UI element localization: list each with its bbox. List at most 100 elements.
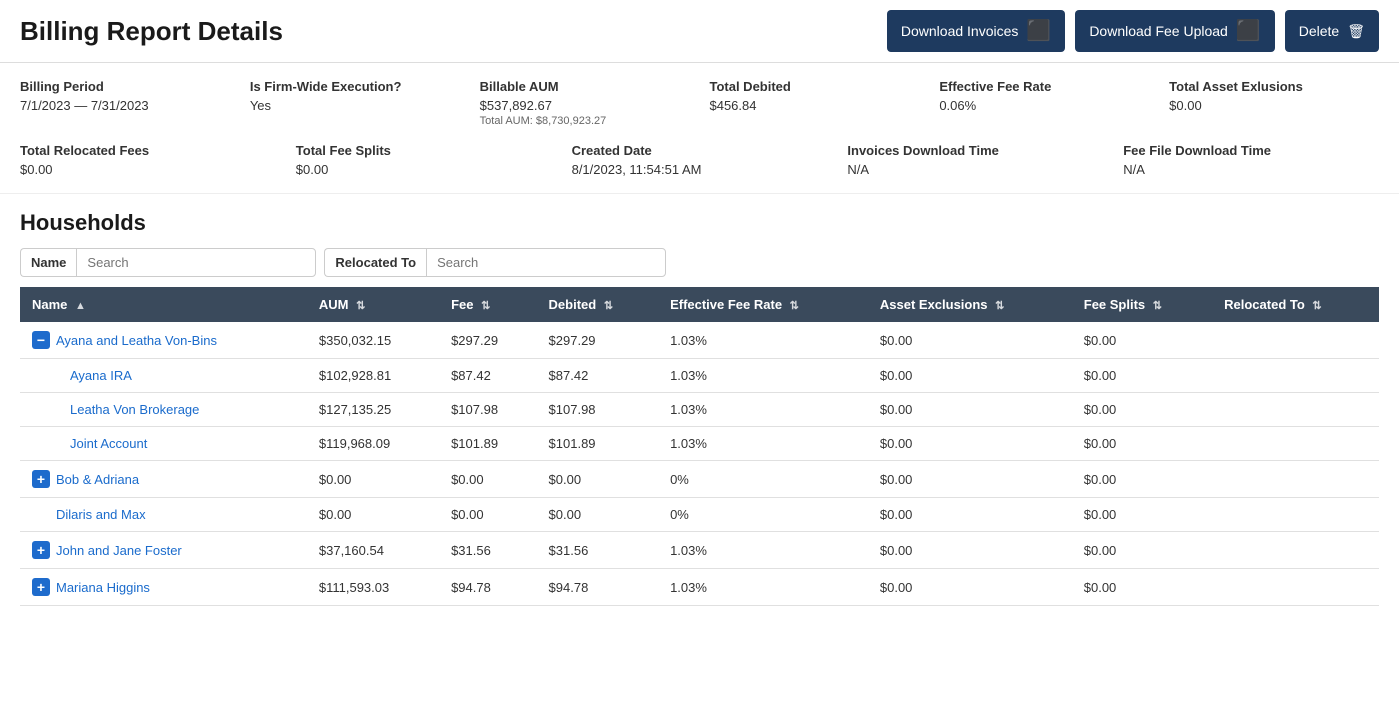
households-table: Name ▲ AUM ⇅ Fee ⇅ Debited ⇅ Effective F… — [20, 287, 1379, 606]
table-cell: $0.00 — [1072, 393, 1212, 427]
table-cell: $0.00 — [868, 569, 1072, 606]
name-search-input[interactable] — [76, 248, 316, 277]
created-date-label: Created Date — [572, 143, 828, 158]
account-name-link[interactable]: Joint Account — [70, 436, 147, 451]
table-cell: $297.29 — [439, 322, 536, 359]
table-cell: $0.00 — [1072, 322, 1212, 359]
download-invoices-button[interactable]: Download Invoices ⬛ — [887, 10, 1065, 52]
total-asset-exclusions-field: Total Asset Exlusions $0.00 — [1169, 79, 1379, 127]
billable-aum-value: $537,892.67 — [480, 98, 690, 113]
table-cell: $0.00 — [1072, 461, 1212, 498]
download-invoices-icon: ⬛ — [1026, 18, 1051, 44]
filter-bar: Name Relocated To — [20, 248, 1379, 277]
fee-file-download-time-value: N/A — [1123, 162, 1379, 177]
sort-aum-icon: ⇅ — [356, 300, 365, 312]
table-cell: $0.00 — [868, 393, 1072, 427]
household-name-link[interactable]: Dilaris and Max — [56, 507, 146, 522]
household-name-link[interactable]: Bob & Adriana — [56, 472, 139, 487]
total-fee-splits-field: Total Fee Splits $0.00 — [296, 143, 552, 177]
total-debited-label: Total Debited — [709, 79, 919, 94]
table-cell: 1.03% — [658, 359, 868, 393]
table-header-row: Name ▲ AUM ⇅ Fee ⇅ Debited ⇅ Effective F… — [20, 287, 1379, 322]
table-cell: $31.56 — [537, 532, 659, 569]
table-row: Leatha Von Brokerage$127,135.25$107.98$1… — [20, 393, 1379, 427]
download-fee-upload-label: Download Fee Upload — [1089, 22, 1228, 40]
col-fee[interactable]: Fee ⇅ — [439, 287, 536, 322]
table-cell: $101.89 — [537, 427, 659, 461]
household-name-link[interactable]: Ayana and Leatha Von-Bins — [56, 333, 217, 348]
col-relocated-to[interactable]: Relocated To ⇅ — [1212, 287, 1379, 322]
table-cell: 1.03% — [658, 569, 868, 606]
name-filter-label: Name — [20, 248, 76, 277]
household-name-link[interactable]: John and Jane Foster — [56, 543, 182, 558]
col-effective-fee-rate[interactable]: Effective Fee Rate ⇅ — [658, 287, 868, 322]
table-cell: $94.78 — [439, 569, 536, 606]
table-cell: $0.00 — [1072, 532, 1212, 569]
col-debited[interactable]: Debited ⇅ — [537, 287, 659, 322]
table-row: Dilaris and Max$0.00$0.00$0.000%$0.00$0.… — [20, 498, 1379, 532]
total-relocated-fees-label: Total Relocated Fees — [20, 143, 276, 158]
table-row: −Ayana and Leatha Von-Bins$350,032.15$29… — [20, 322, 1379, 359]
collapse-button[interactable]: − — [32, 331, 50, 349]
firm-wide-value: Yes — [250, 98, 460, 113]
col-aum[interactable]: AUM ⇅ — [307, 287, 439, 322]
table-cell: $0.00 — [537, 498, 659, 532]
table-cell: $0.00 — [868, 498, 1072, 532]
delete-label: Delete — [1299, 23, 1339, 39]
account-name-link[interactable]: Leatha Von Brokerage — [70, 402, 199, 417]
table-cell: $297.29 — [537, 322, 659, 359]
table-cell — [1212, 427, 1379, 461]
billing-info-section: Billing Period 7/1/2023 — 7/31/2023 Is F… — [0, 63, 1399, 194]
delete-button[interactable]: Delete 🗑 — [1285, 10, 1379, 52]
table-cell: $0.00 — [868, 322, 1072, 359]
expand-button[interactable]: + — [32, 541, 50, 559]
col-name[interactable]: Name ▲ — [20, 287, 307, 322]
sort-rt-icon: ⇅ — [1312, 300, 1321, 312]
table-row: +Bob & Adriana$0.00$0.00$0.000%$0.00$0.0… — [20, 461, 1379, 498]
table-cell: $94.78 — [537, 569, 659, 606]
col-asset-exclusions[interactable]: Asset Exclusions ⇅ — [868, 287, 1072, 322]
created-date-value: 8/1/2023, 11:54:51 AM — [572, 162, 828, 177]
household-name-link[interactable]: Mariana Higgins — [56, 580, 150, 595]
table-cell — [1212, 393, 1379, 427]
billing-period-field: Billing Period 7/1/2023 — 7/31/2023 — [20, 79, 230, 127]
expand-button[interactable]: + — [32, 470, 50, 488]
relocated-filter-label: Relocated To — [324, 248, 426, 277]
header-bar: Billing Report Details Download Invoices… — [0, 0, 1399, 63]
table-cell: $0.00 — [439, 498, 536, 532]
sort-debited-icon: ⇅ — [604, 300, 613, 312]
sort-fee-icon: ⇅ — [481, 300, 490, 312]
table-cell: $87.42 — [439, 359, 536, 393]
billable-aum-sub: Total AUM: $8,730,923.27 — [480, 115, 690, 127]
table-cell: $111,593.03 — [307, 569, 439, 606]
table-cell: $107.98 — [537, 393, 659, 427]
name-filter-group: Name — [20, 248, 316, 277]
billing-info-grid-row1: Billing Period 7/1/2023 — 7/31/2023 Is F… — [20, 79, 1379, 127]
table-cell: 0% — [658, 461, 868, 498]
table-row: Joint Account$119,968.09$101.89$101.891.… — [20, 427, 1379, 461]
sort-efr-icon: ⇅ — [790, 300, 799, 312]
table-cell: 1.03% — [658, 393, 868, 427]
table-cell: $0.00 — [537, 461, 659, 498]
sort-ae-icon: ⇅ — [995, 300, 1004, 312]
table-cell: 1.03% — [658, 427, 868, 461]
table-row: Ayana IRA$102,928.81$87.42$87.421.03%$0.… — [20, 359, 1379, 393]
expand-button[interactable]: + — [32, 578, 50, 596]
sort-name-icon: ▲ — [75, 300, 86, 312]
table-cell: $101.89 — [439, 427, 536, 461]
fee-file-download-time-field: Fee File Download Time N/A — [1123, 143, 1379, 177]
account-name-link[interactable]: Ayana IRA — [70, 368, 132, 383]
effective-fee-rate-field: Effective Fee Rate 0.06% — [939, 79, 1149, 127]
households-section-title: Households — [20, 210, 1379, 236]
table-cell: $31.56 — [439, 532, 536, 569]
table-cell — [1212, 498, 1379, 532]
col-fee-splits[interactable]: Fee Splits ⇅ — [1072, 287, 1212, 322]
table-cell — [1212, 322, 1379, 359]
total-fee-splits-value: $0.00 — [296, 162, 552, 177]
relocated-search-input[interactable] — [426, 248, 666, 277]
download-fee-upload-button[interactable]: Download Fee Upload ⬛ — [1075, 10, 1274, 52]
firm-wide-field: Is Firm-Wide Execution? Yes — [250, 79, 460, 127]
fee-file-download-time-label: Fee File Download Time — [1123, 143, 1379, 158]
table-cell: $0.00 — [868, 359, 1072, 393]
billable-aum-label: Billable AUM — [480, 79, 690, 94]
